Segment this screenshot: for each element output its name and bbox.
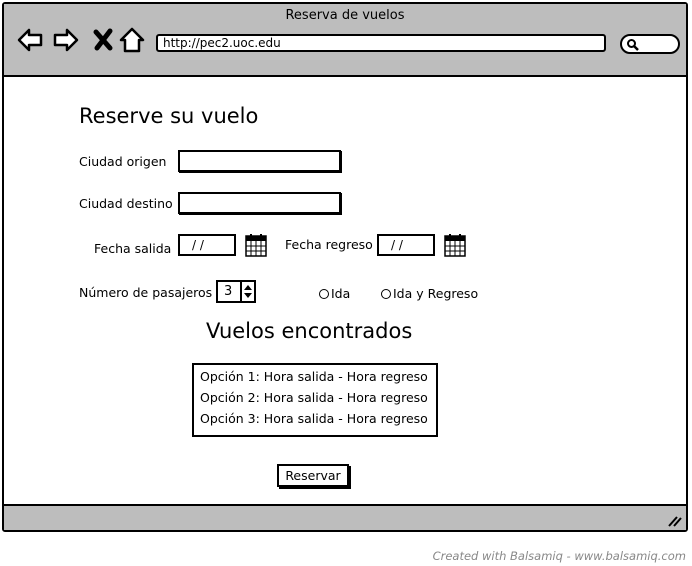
radio-circle[interactable] <box>319 289 329 299</box>
departure-date-input[interactable]: / / <box>178 234 236 256</box>
radio-circle[interactable] <box>381 289 391 299</box>
radio-one-way[interactable]: Ida <box>319 286 350 301</box>
calendar-icon[interactable] <box>245 233 267 257</box>
balsamiq-credit: Created with Balsamiq - www.balsamiq.com <box>432 549 686 563</box>
browser-search-field[interactable] <box>620 34 680 54</box>
status-bar <box>4 504 686 530</box>
results-title: Vuelos encontrados <box>206 319 413 343</box>
home-icon[interactable] <box>118 26 146 54</box>
list-item[interactable]: Opción 1: Hora salida - Hora regreso <box>200 369 428 384</box>
stepper-arrows[interactable] <box>240 282 254 301</box>
browser-titlebar: Reserva de vuelos http://pec2.uoc.edu <box>4 4 686 77</box>
destination-label: Ciudad destino <box>79 196 173 211</box>
search-icon <box>627 39 639 51</box>
list-item[interactable]: Opción 3: Hora salida - Hora regreso <box>200 411 428 426</box>
destination-input[interactable] <box>178 192 341 214</box>
up-down-arrows-icon[interactable] <box>242 282 254 301</box>
window-title: Reserva de vuelos <box>285 8 405 23</box>
reserve-button[interactable]: Reservar <box>277 464 349 487</box>
list-item[interactable]: Opción 2: Hora salida - Hora regreso <box>200 390 428 405</box>
flight-results-list[interactable]: Opción 1: Hora salida - Hora regreso Opc… <box>192 363 438 437</box>
back-arrow-icon[interactable] <box>16 26 44 54</box>
calendar-icon[interactable] <box>444 233 466 257</box>
return-date-label: Fecha regreso <box>285 237 373 252</box>
resize-grip-icon[interactable] <box>666 514 682 528</box>
departure-date-label: Fecha salida <box>94 241 172 256</box>
radio-label: Ida <box>331 286 351 301</box>
passengers-stepper[interactable]: 3 <box>216 280 256 303</box>
forward-arrow-icon[interactable] <box>52 26 80 54</box>
return-date-input[interactable]: / / <box>377 234 435 256</box>
radio-label: Ida y Regreso <box>393 286 479 301</box>
close-x-icon[interactable] <box>90 26 118 54</box>
origin-input[interactable] <box>178 150 341 172</box>
address-bar[interactable]: http://pec2.uoc.edu <box>156 34 606 52</box>
origin-label: Ciudad origen <box>79 154 167 169</box>
passengers-value: 3 <box>224 284 233 299</box>
passengers-label: Número de pasajeros <box>79 285 213 300</box>
form-title: Reserve su vuelo <box>79 104 259 128</box>
radio-round-trip[interactable]: Ida y Regreso <box>381 286 478 301</box>
browser-window: Reserva de vuelos http://pec2.uoc.edu <box>2 2 688 532</box>
